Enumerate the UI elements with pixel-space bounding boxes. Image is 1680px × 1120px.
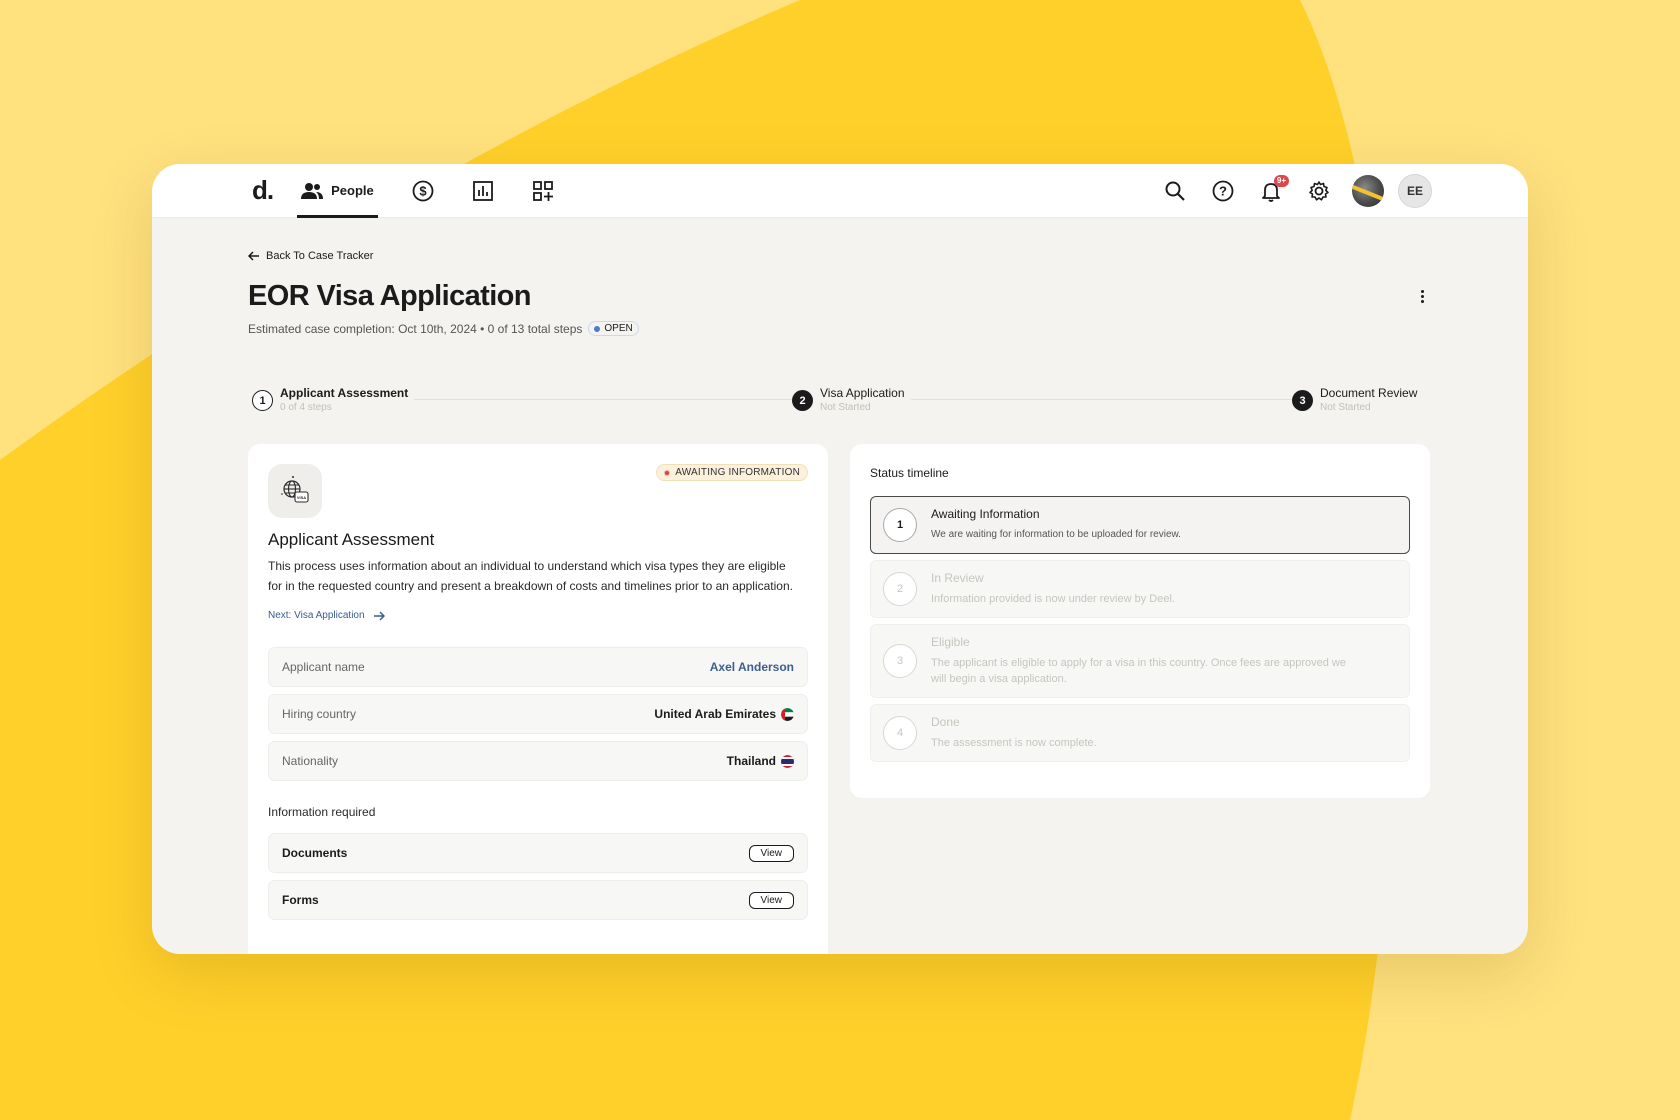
documents-label: Documents bbox=[282, 846, 348, 860]
uae-flag-icon bbox=[781, 707, 794, 721]
status-timeline-card: Status timeline 1 Awaiting Information W… bbox=[850, 444, 1430, 798]
step-subtitle: 0 of 4 steps bbox=[280, 402, 332, 413]
arrow-right-icon bbox=[373, 611, 385, 620]
info-label: Applicant name bbox=[282, 660, 365, 674]
more-options-icon[interactable] bbox=[1412, 286, 1432, 306]
settings-button[interactable] bbox=[1306, 178, 1332, 204]
timeline-item-description: Information provided is now under review… bbox=[931, 593, 1175, 605]
applicant-name-row: Applicant name Axel Anderson bbox=[268, 647, 808, 687]
page-subtitle: Estimated case completion: Oct 10th, 202… bbox=[248, 321, 1432, 336]
people-icon bbox=[301, 182, 324, 199]
timeline-item-in-review: 2 In Review Information provided is now … bbox=[870, 560, 1410, 618]
help-circle-icon: ? bbox=[1212, 180, 1234, 201]
view-documents-button[interactable]: View bbox=[748, 844, 794, 862]
apps-grid-icon bbox=[532, 180, 553, 201]
visa-globe-icon: VISA bbox=[268, 464, 322, 518]
nav-apps[interactable] bbox=[528, 164, 558, 218]
step-number: 2 bbox=[792, 390, 813, 411]
timeline-step-number: 4 bbox=[883, 716, 917, 750]
nationality-value: Thailand bbox=[727, 754, 794, 768]
user-avatar-photo[interactable] bbox=[1352, 174, 1384, 207]
page-title: EOR Visa Application bbox=[248, 280, 532, 312]
hiring-country-text: United Arab Emirates bbox=[654, 707, 776, 721]
timeline-item-description: The assessment is now complete. bbox=[931, 737, 1097, 749]
assessment-description: This process uses information about an i… bbox=[268, 559, 793, 593]
step-number: 1 bbox=[252, 390, 273, 411]
status-badge: OPEN bbox=[588, 321, 639, 336]
hiring-country-row: Hiring country United Arab Emirates bbox=[268, 694, 808, 734]
main-content: Back To Case Tracker EOR Visa Applicatio… bbox=[152, 218, 1528, 954]
step-title: Document Review bbox=[1320, 386, 1418, 400]
search-icon bbox=[1165, 181, 1185, 201]
thailand-flag-icon bbox=[781, 754, 794, 768]
dollar-circle-icon: $ bbox=[412, 180, 434, 201]
information-required-label: Information required bbox=[268, 805, 376, 819]
notifications-button[interactable]: 9+ bbox=[1258, 174, 1289, 204]
timeline-item-awaiting-information[interactable]: 1 Awaiting Information We are waiting fo… bbox=[870, 496, 1410, 554]
awaiting-information-label: AWAITING INFORMATION bbox=[675, 467, 800, 478]
nationality-row: Nationality Thailand bbox=[268, 741, 808, 781]
applicant-name-link[interactable]: Axel Anderson bbox=[710, 660, 794, 674]
search-button[interactable] bbox=[1162, 178, 1188, 204]
nav-people-label: People bbox=[331, 183, 374, 198]
timeline-item-title: Awaiting Information bbox=[931, 507, 1040, 521]
case-completion-text: Estimated case completion: Oct 10th, 202… bbox=[248, 321, 583, 336]
gear-icon bbox=[1309, 180, 1329, 201]
forms-row: Forms View bbox=[268, 880, 808, 920]
applicant-assessment-card: VISA AWAITING INFORMATION Applicant Asse… bbox=[248, 444, 828, 954]
timeline-item-description: We are waiting for information to be upl… bbox=[931, 529, 1181, 540]
awaiting-information-badge: AWAITING INFORMATION bbox=[656, 464, 808, 481]
view-forms-button[interactable]: View bbox=[748, 891, 794, 909]
timeline-item-title: Done bbox=[931, 715, 960, 729]
bar-chart-icon bbox=[472, 180, 493, 201]
forms-label: Forms bbox=[282, 893, 319, 907]
status-dot bbox=[594, 325, 601, 332]
nav-payments[interactable]: $ bbox=[408, 164, 438, 218]
timeline-item-description: The applicant is eligible to apply for a… bbox=[931, 657, 1346, 685]
timeline-step-number: 1 bbox=[883, 508, 917, 542]
content-columns: VISA AWAITING INFORMATION Applicant Asse… bbox=[248, 444, 1432, 954]
step-visa-application[interactable]: 2 Visa Application Not Started bbox=[792, 386, 911, 413]
timeline-item-title: Eligible bbox=[931, 635, 970, 649]
applicant-info-list: Applicant name Axel Anderson Hiring coun… bbox=[268, 647, 808, 781]
svg-text:VISA: VISA bbox=[297, 495, 306, 500]
next-visa-application-link[interactable]: Next: Visa Application bbox=[268, 610, 385, 621]
nav-people[interactable]: People bbox=[297, 164, 378, 218]
timeline-step-number: 2 bbox=[883, 572, 917, 606]
info-label: Hiring country bbox=[282, 707, 357, 721]
user-avatar-initials[interactable]: EE bbox=[1398, 173, 1432, 208]
top-navigation: d. People $ ? 9+ EE bbox=[152, 164, 1528, 218]
timeline-item-title: In Review bbox=[931, 571, 984, 585]
documents-row: Documents View bbox=[268, 833, 808, 873]
next-link-label: Next: Visa Application bbox=[268, 610, 365, 621]
help-button[interactable]: ? bbox=[1210, 178, 1236, 204]
status-badge-label: OPEN bbox=[604, 323, 633, 334]
step-title: Applicant Assessment bbox=[280, 386, 409, 400]
arrow-left-icon bbox=[248, 251, 259, 261]
step-applicant-assessment[interactable]: 1 Applicant Assessment 0 of 4 steps bbox=[252, 386, 415, 413]
step-number: 3 bbox=[1292, 390, 1313, 411]
step-subtitle: Not Started bbox=[820, 402, 871, 413]
progress-stepper: 1 Applicant Assessment 0 of 4 steps 2 Vi… bbox=[248, 386, 1432, 416]
timeline-item-eligible: 3 Eligible The applicant is eligible to … bbox=[870, 624, 1410, 698]
notification-badge: 9+ bbox=[1273, 174, 1289, 187]
svg-text:?: ? bbox=[1219, 183, 1227, 198]
step-title: Visa Application bbox=[820, 386, 905, 400]
assessment-title: Applicant Assessment bbox=[268, 530, 435, 549]
back-to-case-tracker-link[interactable]: Back To Case Tracker bbox=[248, 250, 373, 262]
logo[interactable]: d. bbox=[252, 175, 274, 206]
step-subtitle: Not Started bbox=[1320, 402, 1371, 413]
nationality-text: Thailand bbox=[726, 754, 776, 768]
timeline-step-number: 3 bbox=[883, 644, 917, 678]
nav-reports[interactable] bbox=[468, 164, 498, 218]
timeline-item-done: 4 Done The assessment is now complete. bbox=[870, 704, 1410, 762]
back-link-label: Back To Case Tracker bbox=[266, 250, 374, 262]
svg-text:$: $ bbox=[419, 183, 427, 198]
hiring-country-value: United Arab Emirates bbox=[654, 707, 794, 721]
status-dot bbox=[664, 469, 671, 476]
step-document-review[interactable]: 3 Document Review Not Started bbox=[1292, 386, 1424, 413]
info-label: Nationality bbox=[282, 754, 339, 768]
status-timeline-title: Status timeline bbox=[870, 466, 949, 480]
app-window: d. People $ ? 9+ EE Back To Case Tracker… bbox=[152, 164, 1528, 954]
